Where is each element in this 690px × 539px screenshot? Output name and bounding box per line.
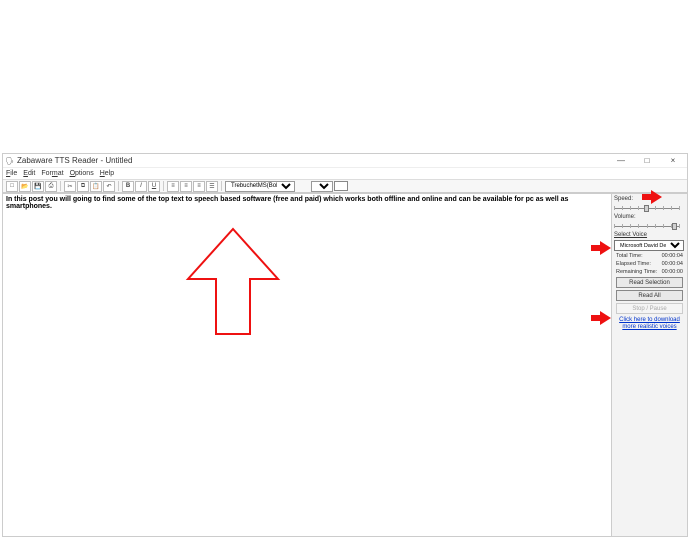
print-icon[interactable]: ⎙ [45, 181, 57, 192]
align-center-icon[interactable]: ≡ [180, 181, 192, 192]
minimize-button[interactable]: — [613, 156, 629, 165]
font-select[interactable]: TrebuchetMS(Bold) [225, 181, 295, 192]
annotation-up-arrow [178, 224, 288, 344]
window-title: Zabaware TTS Reader - Untitled [17, 156, 613, 165]
read-selection-button[interactable]: Read Selection [616, 277, 683, 288]
remaining-time-label: Remaining Time: [616, 269, 657, 275]
select-voice-label: Select Voice [614, 232, 685, 238]
total-time-value: 00:00:04 [662, 253, 683, 259]
sidebar: Speed: Volume: Select Voice Microsoft Da… [611, 194, 687, 536]
remaining-time-value: 00:00:00 [662, 269, 683, 275]
volume-label: Volume: [614, 214, 685, 220]
paste-icon[interactable]: 📋 [90, 181, 102, 192]
bold-icon[interactable]: B [122, 181, 134, 192]
speed-slider[interactable] [614, 204, 680, 212]
font-size-select[interactable]: 10 [311, 181, 333, 192]
align-right-icon[interactable]: ≡ [193, 181, 205, 192]
elapsed-time-value: 00:00:04 [662, 261, 683, 267]
maximize-button[interactable]: □ [639, 156, 655, 165]
voice-select[interactable]: Microsoft David Desktop - English [614, 240, 684, 251]
read-all-button[interactable]: Read All [616, 290, 683, 301]
stop-pause-button[interactable]: Stop / Pause [616, 303, 683, 314]
download-voices-link[interactable]: Click here to download more realistic vo… [614, 316, 685, 332]
total-time-label: Total Time: [616, 253, 643, 259]
total-time-row: Total Time: 00:00:04 [614, 253, 685, 259]
menu-edit[interactable]: Edit [23, 170, 35, 177]
save-icon[interactable]: 💾 [32, 181, 44, 192]
remaining-time-row: Remaining Time: 00:00:00 [614, 269, 685, 275]
close-button[interactable]: × [665, 156, 681, 165]
menubar: File Edit Format Options Help [3, 168, 687, 179]
italic-icon[interactable]: I [135, 181, 147, 192]
editor-text: In this post you will going to find some… [6, 196, 568, 210]
text-editor[interactable]: In this post you will going to find some… [3, 194, 611, 536]
app-window: 🗣 Zabaware TTS Reader - Untitled — □ × F… [2, 153, 688, 537]
bullets-icon[interactable]: ☰ [206, 181, 218, 192]
new-icon[interactable]: □ [6, 181, 18, 192]
underline-icon[interactable]: U [148, 181, 160, 192]
undo-icon[interactable]: ↶ [103, 181, 115, 192]
copy-icon[interactable]: ⧉ [77, 181, 89, 192]
menu-format[interactable]: Format [41, 170, 63, 177]
elapsed-time-label: Elapsed Time: [616, 261, 651, 267]
font-color-button[interactable] [334, 181, 348, 191]
speed-label: Speed: [614, 196, 685, 202]
elapsed-time-row: Elapsed Time: 00:00:04 [614, 261, 685, 267]
menu-help[interactable]: Help [100, 170, 114, 177]
toolbar: □ 📂 💾 ⎙ ✂ ⧉ 📋 ↶ B I U ≡ ≡ ≡ ☰ TrebuchetM… [3, 179, 687, 193]
titlebar: 🗣 Zabaware TTS Reader - Untitled — □ × [3, 154, 687, 168]
open-icon[interactable]: 📂 [19, 181, 31, 192]
menu-file[interactable]: File [6, 170, 17, 177]
menu-options[interactable]: Options [70, 170, 94, 177]
align-left-icon[interactable]: ≡ [167, 181, 179, 192]
volume-slider[interactable] [614, 222, 680, 230]
app-icon: 🗣 [5, 156, 14, 165]
cut-icon[interactable]: ✂ [64, 181, 76, 192]
